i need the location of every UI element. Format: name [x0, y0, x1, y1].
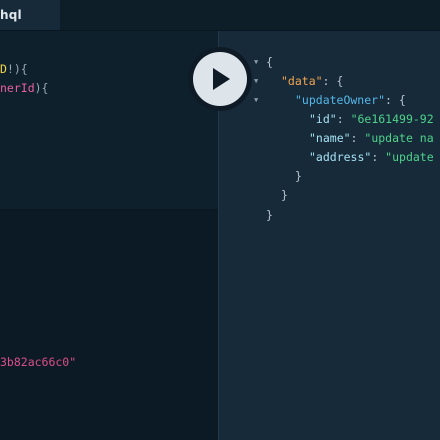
brace: }: [295, 169, 302, 183]
graphql-playground: hql D!){ nerId){ 3b82ac66c0" ▼ ▼ ▼ { "da…: [0, 0, 440, 440]
result-line: "address": "update: [309, 150, 434, 164]
query-line: D!){: [0, 62, 28, 76]
query-line: nerId){: [0, 81, 48, 95]
result-line: "name": "update na: [309, 131, 434, 145]
json-key: "data": [281, 74, 323, 88]
json-key: "id": [309, 112, 337, 126]
fold-arrow-icon[interactable]: ▼: [254, 58, 258, 66]
variables-line: 3b82ac66c0": [0, 355, 76, 369]
json-key: "updateOwner": [295, 93, 386, 107]
json-string: "update na: [364, 131, 434, 145]
punct: : {: [322, 74, 344, 88]
punct-token: !){: [6, 62, 28, 76]
json-string: "update: [385, 150, 434, 164]
result-line: "id": "6e161499-92: [309, 112, 434, 126]
tab-bar: hql: [0, 0, 440, 31]
tab-query[interactable]: hql: [0, 0, 60, 30]
variable-token: nerId: [0, 81, 35, 95]
brace: }: [281, 188, 288, 202]
result-line: }: [281, 188, 288, 202]
punct: :: [336, 112, 351, 126]
json-key: "name": [309, 131, 351, 145]
result-line: {: [266, 55, 273, 69]
punct: :: [350, 131, 365, 145]
type-token: D: [0, 62, 7, 76]
fold-arrow-icon[interactable]: ▼: [254, 96, 258, 104]
json-string: "6e161499-92: [350, 112, 434, 126]
punct: : {: [385, 93, 406, 107]
string-token: 3b82ac66c0": [0, 355, 77, 369]
tab-title: hql: [0, 8, 22, 22]
run-button-face[interactable]: [193, 52, 247, 106]
punct: :: [371, 150, 386, 164]
run-button[interactable]: [188, 47, 252, 111]
query-variables-editor[interactable]: [0, 209, 218, 440]
result-line: "updateOwner": {: [295, 93, 406, 107]
result-line: }: [295, 169, 302, 183]
play-icon: [213, 68, 230, 90]
brace: }: [266, 208, 273, 222]
result-line: "data": {: [281, 74, 343, 88]
punct-token: ){: [34, 81, 49, 95]
json-key: "address": [309, 150, 372, 164]
brace: {: [266, 55, 273, 69]
query-editor[interactable]: [0, 41, 218, 209]
fold-arrow-icon[interactable]: ▼: [254, 77, 258, 85]
result-line: }: [266, 208, 273, 222]
